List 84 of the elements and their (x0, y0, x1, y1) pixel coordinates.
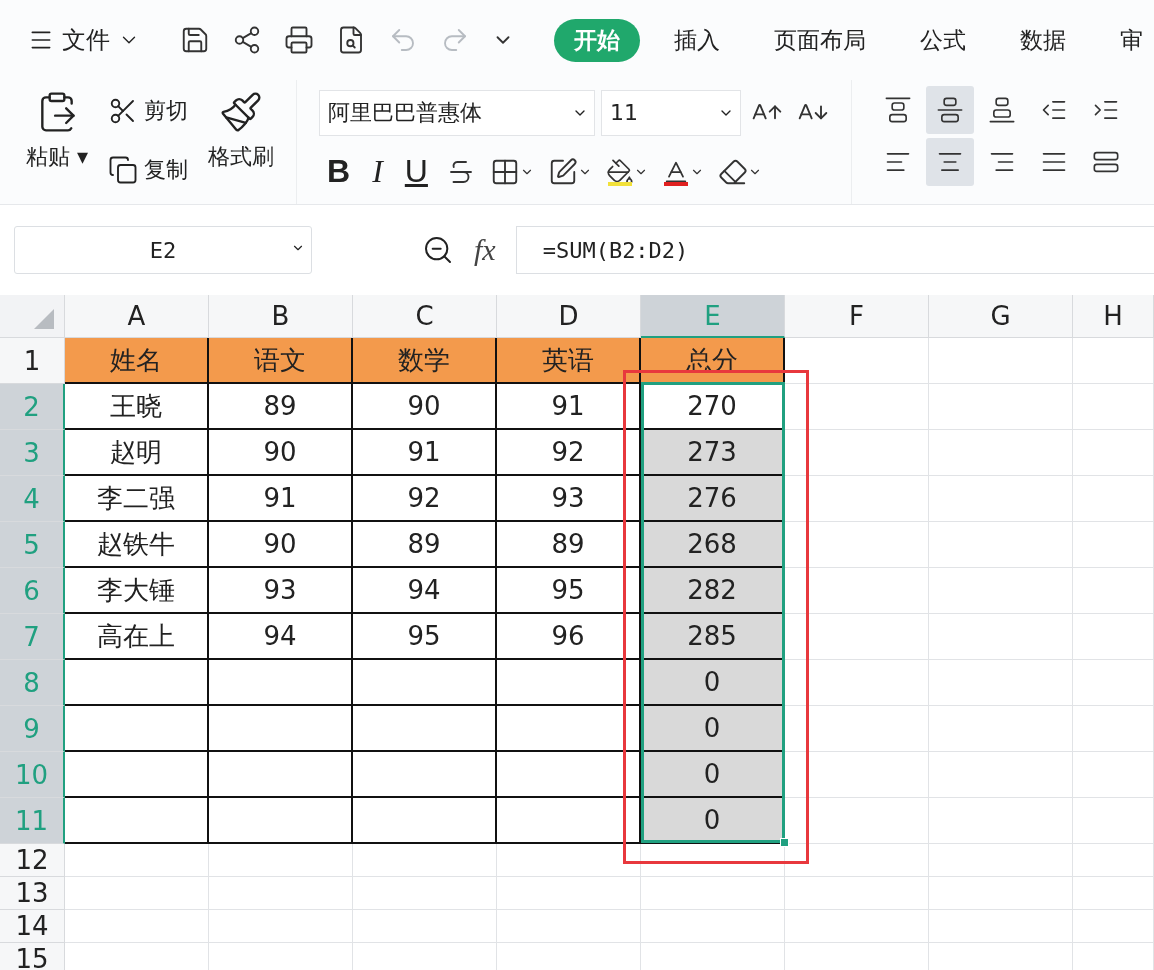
function-label[interactable]: fx (474, 233, 496, 267)
paintbrush-icon (219, 90, 264, 134)
font-size-value: 11 (610, 100, 639, 125)
table-cell: 0 (641, 706, 785, 752)
align-top-icon (884, 96, 913, 124)
table-cell: 95 (497, 568, 641, 614)
table-cell: 282 (641, 568, 785, 614)
table-cell: 赵明 (65, 430, 209, 476)
column-header[interactable]: G (929, 295, 1073, 338)
table-cell: 89 (353, 522, 497, 568)
table-cell: 0 (641, 660, 785, 706)
table-cell: 李大锤 (65, 568, 209, 614)
table-cell: 94 (209, 614, 353, 660)
table-cell: 94 (353, 568, 497, 614)
table-cell: 0 (641, 752, 785, 798)
table-cell: 王晓 (65, 384, 209, 430)
ribbon-tab[interactable]: 页面布局 (754, 18, 886, 62)
table-cell: 92 (497, 430, 641, 476)
ribbon-tab[interactable]: 数据 (1000, 18, 1086, 62)
font-name-select[interactable]: 阿里巴巴普惠体 (319, 89, 596, 136)
table-cell: 93 (497, 476, 641, 522)
bold-button[interactable]: B (319, 153, 359, 190)
table-cell: 276 (641, 476, 785, 522)
file-menu-label: 文件 (62, 25, 110, 56)
share-icon (232, 25, 262, 55)
column-header[interactable]: F (785, 295, 929, 338)
table-cell: 高在上 (65, 614, 209, 660)
table-cell: 李二强 (65, 476, 209, 522)
column-header[interactable]: A (65, 295, 209, 338)
font-size-select[interactable]: 11 (601, 89, 742, 136)
table-cell: 89 (209, 384, 353, 430)
align-center-button[interactable] (926, 138, 975, 186)
color-swatch (607, 181, 632, 186)
column-header[interactable]: D (497, 295, 641, 338)
table-cell: 273 (641, 430, 785, 476)
row-header[interactable]: 14 (0, 910, 65, 943)
table-cell: 赵铁牛 (65, 522, 209, 568)
format-painter-button[interactable]: 格式刷 (204, 84, 279, 196)
table-cell: 95 (353, 614, 497, 660)
row-header[interactable]: 1 (0, 338, 65, 384)
cut-button[interactable]: 剪切 (106, 93, 191, 128)
copy-button[interactable]: 复制 (106, 152, 191, 187)
table-cell: 92 (353, 476, 497, 522)
color-swatch (663, 181, 688, 186)
header-cell: 语文 (209, 338, 353, 384)
font-name-value: 阿里巴巴普惠体 (328, 98, 483, 127)
fill-handle[interactable] (780, 838, 789, 847)
table-cell: 91 (209, 476, 353, 522)
ribbon-tab[interactable]: 公式 (900, 18, 986, 62)
underline-button[interactable]: U (396, 153, 436, 190)
zoom-out-icon[interactable] (422, 234, 454, 266)
align-middle-button[interactable] (926, 86, 975, 134)
file-menu[interactable]: 文件 (28, 24, 140, 56)
table-cell: 90 (353, 384, 497, 430)
triangle-icon (34, 309, 54, 329)
align-bottom-icon (988, 96, 1017, 124)
italic-button[interactable]: I (364, 153, 391, 190)
table-cell: 90 (209, 430, 353, 476)
formula-field[interactable]: =SUM(B2:D2) (515, 226, 1154, 274)
row-header[interactable]: 12 (0, 844, 65, 877)
table-cell: 93 (209, 568, 353, 614)
table-cell: 90 (209, 522, 353, 568)
row-header[interactable]: 13 (0, 877, 65, 910)
column-header[interactable]: C (353, 295, 497, 338)
header-cell: 英语 (497, 338, 641, 384)
column-header[interactable]: B (209, 295, 353, 338)
table-cell: 91 (497, 384, 641, 430)
ribbon-tab[interactable]: 插入 (654, 18, 740, 62)
save-icon (180, 25, 210, 55)
align-middle-icon (936, 96, 965, 124)
name-box[interactable]: E2 (14, 226, 312, 274)
table-cell: 91 (353, 430, 497, 476)
table-cell: 96 (497, 614, 641, 660)
printer-icon (284, 25, 314, 55)
column-header[interactable]: H (1073, 295, 1154, 338)
row-header[interactable]: 15 (0, 943, 65, 970)
header-cell: 姓名 (65, 338, 209, 384)
table-cell: 268 (641, 522, 785, 568)
copy-icon (108, 154, 139, 185)
ribbon-tab[interactable]: 审 (1100, 18, 1154, 62)
table-cell: 89 (497, 522, 641, 568)
header-cell: 数学 (353, 338, 497, 384)
table-cell: 285 (641, 614, 785, 660)
paste-button[interactable]: 粘贴 ▾ (22, 84, 93, 196)
